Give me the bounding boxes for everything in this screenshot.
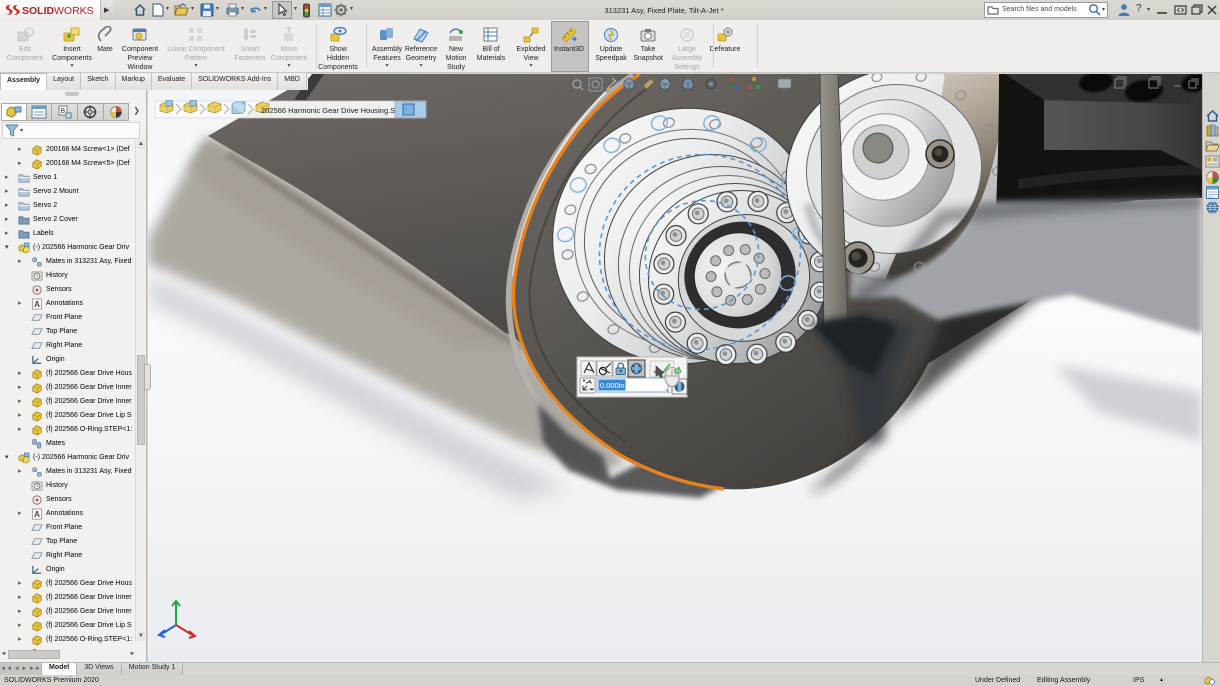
svg-text:WORKS: WORKS	[54, 5, 94, 17]
svg-text:A: A	[34, 299, 40, 309]
svg-text:B: B	[60, 108, 65, 115]
svg-text:0.000in: 0.000in	[600, 381, 625, 390]
svg-text:SOLID: SOLID	[22, 5, 55, 17]
svg-text:202566 Harmonic Gear Drive Hou: 202566 Harmonic Gear Drive Housing.STEP	[261, 106, 410, 115]
svg-text:A: A	[34, 509, 40, 519]
